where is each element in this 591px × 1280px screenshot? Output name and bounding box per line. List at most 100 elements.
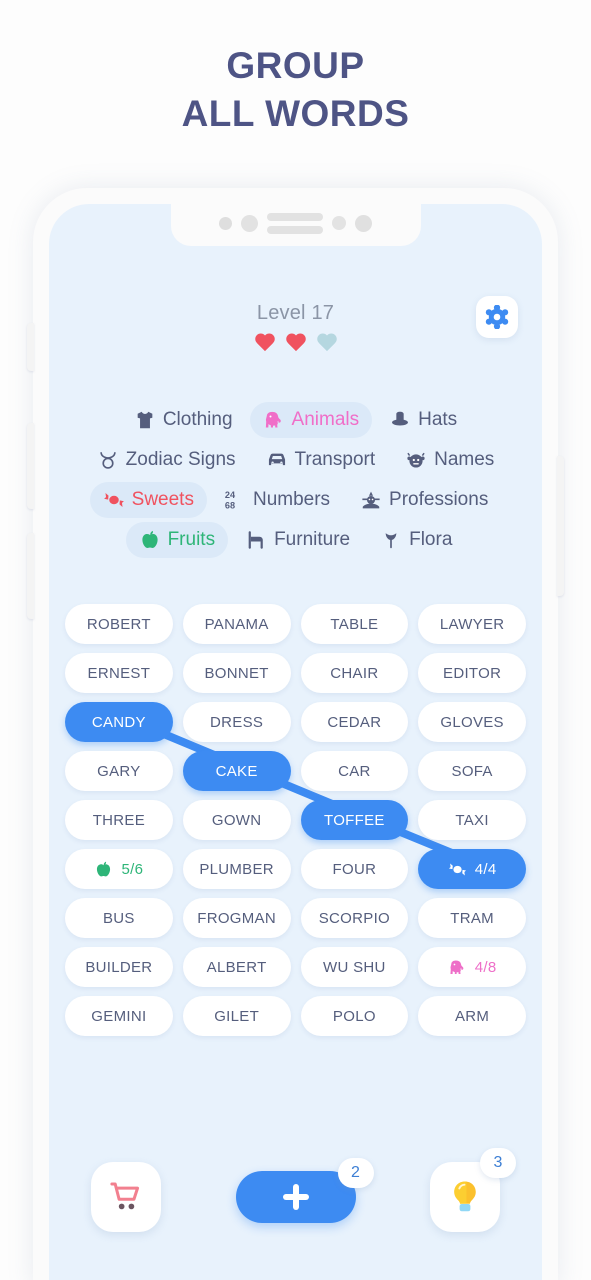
group-progress-chip-animals[interactable]: 4/8 <box>418 947 526 987</box>
phone-mockup: Level 17 Clothing Animals Hats Zodiac Si… <box>27 188 564 1280</box>
word-label: CAR <box>338 762 371 780</box>
word-label: ALBERT <box>206 958 267 976</box>
word-label: GILET <box>214 1007 260 1025</box>
candy-icon <box>103 489 125 511</box>
page-title-line1: GROUP <box>226 45 365 86</box>
word-chip[interactable]: FROGMAN <box>182 898 291 938</box>
hint-button[interactable]: 3 <box>430 1148 516 1232</box>
word-label: POLO <box>332 1007 376 1025</box>
word-chip[interactable]: PLUMBER <box>182 849 291 889</box>
word-chip[interactable]: GEMINI <box>65 996 173 1036</box>
word-chip[interactable]: BUS <box>65 898 173 938</box>
word-chip[interactable]: EDITOR <box>418 653 526 693</box>
word-chip[interactable]: ROBERT <box>65 604 173 644</box>
word-label: SCORPIO <box>318 909 391 927</box>
word-chip[interactable]: GOWN <box>182 800 291 840</box>
word-chip[interactable]: GLOVES <box>418 702 526 742</box>
word-label: TOFFEE <box>324 811 385 829</box>
word-label: THREE <box>92 811 146 829</box>
category-label: Clothing <box>162 409 233 430</box>
phone-volume-up-button <box>27 423 34 509</box>
word-chip[interactable]: ARM <box>418 996 526 1036</box>
category-label: Hats <box>418 409 458 430</box>
word-chip-selected[interactable]: CAKE <box>182 751 291 791</box>
word-chip-selected[interactable]: CANDY <box>65 702 173 742</box>
word-chip[interactable]: TRAM <box>418 898 526 938</box>
tshirt-icon <box>134 409 156 431</box>
category-flora[interactable]: Flora <box>367 522 465 558</box>
word-chip[interactable]: TAXI <box>418 800 526 840</box>
word-chip[interactable]: SOFA <box>418 751 526 791</box>
tulip-icon <box>380 529 402 551</box>
shop-button[interactable] <box>91 1162 161 1232</box>
word-chip[interactable]: GILET <box>182 996 291 1036</box>
category-professions[interactable]: Professions <box>347 482 501 518</box>
heart-empty-icon <box>316 334 338 354</box>
word-grid: ROBERT PANAMA TABLE LAWYER ERNEST BONNET… <box>49 604 542 1036</box>
word-chip[interactable]: TABLE <box>300 604 409 644</box>
word-chip[interactable]: BUILDER <box>65 947 173 987</box>
elephant-icon <box>263 409 285 431</box>
group-progress-chip-fruits[interactable]: 5/6 <box>65 849 173 889</box>
phone-volume-down-button <box>27 533 34 619</box>
category-label: Professions <box>389 489 489 510</box>
word-chip[interactable]: WU SHU <box>300 947 409 987</box>
word-chip[interactable]: ALBERT <box>182 947 291 987</box>
word-chip[interactable]: THREE <box>65 800 173 840</box>
category-furniture[interactable]: Furniture <box>232 522 363 558</box>
category-fruits[interactable]: Fruits <box>125 522 229 558</box>
word-chip[interactable]: FOUR <box>300 849 409 889</box>
word-chip[interactable]: PANAMA <box>182 604 291 644</box>
sensor-icon <box>355 214 372 232</box>
word-chip[interactable]: ERNEST <box>65 653 173 693</box>
word-chip[interactable]: SCORPIO <box>300 898 409 938</box>
word-chip[interactable]: CAR <box>300 751 409 791</box>
word-chip[interactable]: CEDAR <box>300 702 409 742</box>
group-progress-label: 4/8 <box>474 958 497 976</box>
category-label: Animals <box>291 409 360 430</box>
word-chip-selected[interactable]: TOFFEE <box>300 800 409 840</box>
numbers-icon: 24 68 <box>224 489 246 511</box>
word-label: FOUR <box>332 860 377 878</box>
lightbulb-icon <box>454 1181 476 1212</box>
settings-button[interactable] <box>476 296 518 338</box>
category-names[interactable]: Names <box>392 442 507 478</box>
category-label: Numbers <box>252 489 331 510</box>
add-word-button[interactable]: 2 <box>235 1158 374 1223</box>
word-chip[interactable]: GARY <box>65 751 173 791</box>
category-zodiac-signs[interactable]: Zodiac Signs <box>84 442 249 478</box>
category-sweets[interactable]: Sweets <box>89 482 207 518</box>
word-label: CEDAR <box>327 713 382 731</box>
word-label: TAXI <box>455 811 489 829</box>
phone-side-button-left-1 <box>27 323 34 371</box>
camera-icon <box>219 216 232 230</box>
word-label: LAWYER <box>439 615 505 633</box>
word-chip[interactable]: POLO <box>300 996 409 1036</box>
add-count-badge: 2 <box>337 1158 374 1188</box>
word-label: GEMINI <box>91 1007 147 1025</box>
category-clothing[interactable]: Clothing <box>121 402 246 438</box>
word-label: ARM <box>455 1007 490 1025</box>
category-animals[interactable]: Animals <box>249 402 373 438</box>
word-chip[interactable]: LAWYER <box>418 604 526 644</box>
category-transport[interactable]: Transport <box>253 442 389 478</box>
word-label: GOWN <box>211 811 262 829</box>
gear-icon <box>485 305 509 329</box>
sensor-icon <box>332 216 346 230</box>
word-chip[interactable]: DRESS <box>182 702 291 742</box>
word-label: WU SHU <box>323 958 386 976</box>
speaker-grille-icon <box>267 212 323 234</box>
word-chip[interactable]: BONNET <box>182 653 291 693</box>
word-label: GLOVES <box>440 713 504 731</box>
category-label: Zodiac Signs <box>125 449 236 470</box>
category-numbers[interactable]: 24 68 Numbers <box>211 482 343 518</box>
word-label: CAKE <box>215 762 258 780</box>
word-label: ROBERT <box>86 615 151 633</box>
word-chip[interactable]: CHAIR <box>300 653 409 693</box>
category-label: Names <box>434 449 495 470</box>
category-hats[interactable]: Hats <box>376 402 470 438</box>
page-title-line2: ALL WORDS <box>181 93 410 134</box>
lives-hearts <box>49 334 542 354</box>
word-label: DRESS <box>210 713 264 731</box>
group-progress-chip-sweets[interactable]: 4/4 <box>418 849 526 889</box>
